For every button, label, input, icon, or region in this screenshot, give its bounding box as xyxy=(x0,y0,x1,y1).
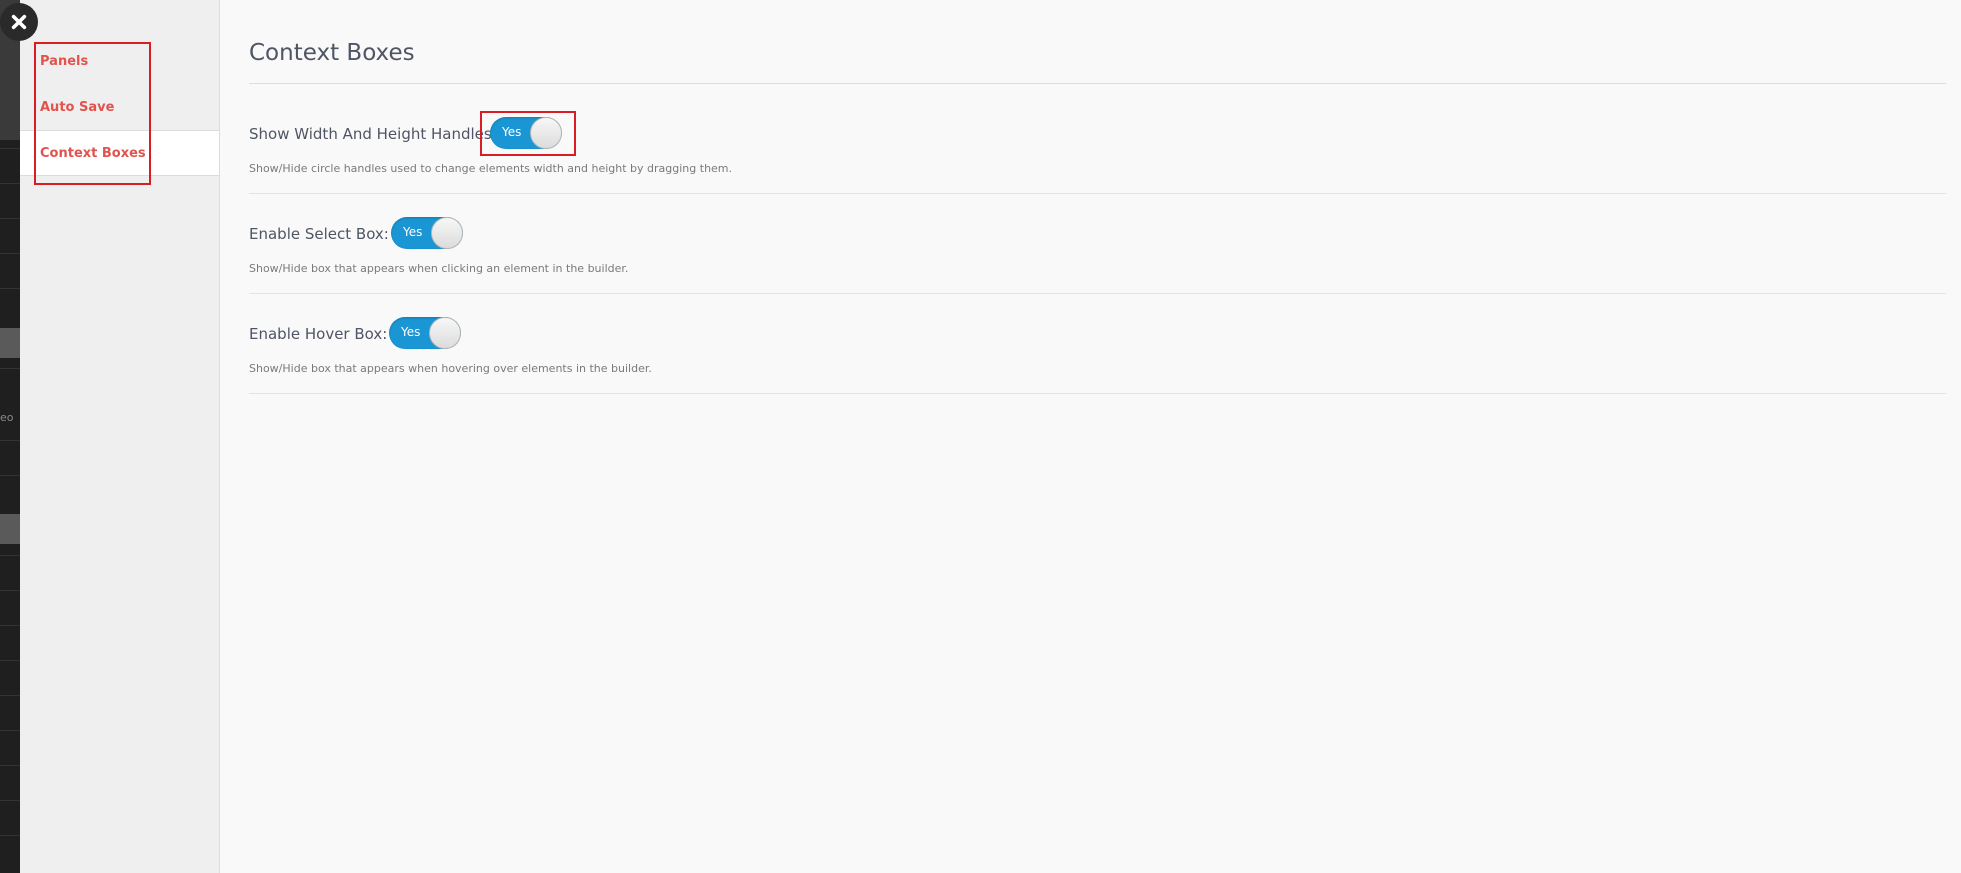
background-divider xyxy=(0,835,20,836)
sidebar-item-panels[interactable]: Panels xyxy=(20,38,219,84)
page-title: Context Boxes xyxy=(249,40,415,66)
background-divider xyxy=(0,555,20,556)
background-divider xyxy=(0,253,20,254)
settings-sidebar: Panels Auto Save Context Boxes xyxy=(20,0,220,873)
sidebar-item-context-boxes[interactable]: Context Boxes xyxy=(20,130,219,176)
title-divider xyxy=(249,83,1946,84)
settings-panel: Panels Auto Save Context Boxes Context B… xyxy=(20,0,1961,873)
background-divider xyxy=(0,625,20,626)
toggle-state-label: Yes xyxy=(403,225,423,239)
setting-width-height-handles: Show Width And Height Handles: Yes Show/… xyxy=(249,93,1946,194)
background-divider xyxy=(0,218,20,219)
setting-description: Show/Hide box that appears when clicking… xyxy=(249,262,629,275)
setting-label: Show Width And Height Handles: xyxy=(249,125,497,143)
width-height-handles-toggle[interactable]: Yes xyxy=(490,117,562,149)
background-divider xyxy=(0,440,20,441)
background-divider xyxy=(0,368,20,369)
background-divider xyxy=(0,183,20,184)
background-divider xyxy=(0,660,20,661)
sidebar-item-auto-save[interactable]: Auto Save xyxy=(20,84,219,130)
select-box-toggle[interactable]: Yes xyxy=(391,217,463,249)
background-block xyxy=(0,328,20,358)
setting-description: Show/Hide box that appears when hovering… xyxy=(249,362,652,375)
setting-hover-box: Enable Hover Box: Yes Show/Hide box that… xyxy=(249,293,1946,394)
background-divider xyxy=(0,475,20,476)
setting-label: Enable Select Box: xyxy=(249,225,389,243)
background-divider xyxy=(0,695,20,696)
background-divider xyxy=(0,730,20,731)
background-divider xyxy=(0,148,20,149)
background-divider xyxy=(0,800,20,801)
close-icon xyxy=(11,14,27,30)
toggle-knob xyxy=(431,217,463,249)
background-divider xyxy=(0,765,20,766)
background-divider xyxy=(0,288,20,289)
background-block xyxy=(0,514,20,544)
setting-description: Show/Hide circle handles used to change … xyxy=(249,162,733,175)
toggle-knob xyxy=(530,117,562,149)
background-divider xyxy=(0,590,20,591)
toggle-state-label: Yes xyxy=(502,125,522,139)
background-partial-text: eo xyxy=(0,411,14,424)
background-app-strip: eo xyxy=(0,0,20,873)
setting-label: Enable Hover Box: xyxy=(249,325,388,343)
toggle-state-label: Yes xyxy=(401,325,421,339)
close-button[interactable] xyxy=(0,3,38,41)
hover-box-toggle[interactable]: Yes xyxy=(389,317,461,349)
toggle-knob xyxy=(429,317,461,349)
setting-select-box: Enable Select Box: Yes Show/Hide box tha… xyxy=(249,193,1946,294)
